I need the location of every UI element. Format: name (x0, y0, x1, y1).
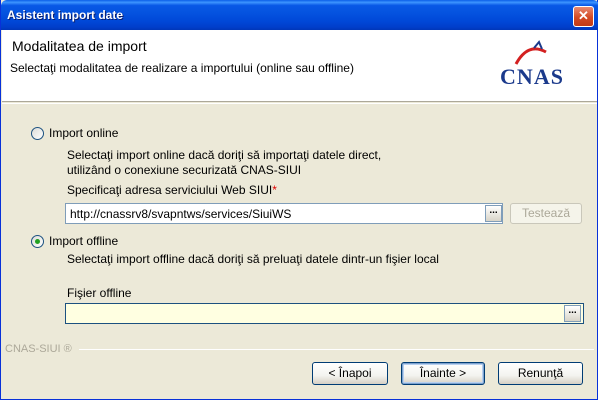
import-online-option[interactable]: Import online (31, 126, 118, 140)
cnas-logo: CNAS (488, 38, 576, 92)
required-mark: * (272, 183, 277, 197)
import-online-label: Import online (49, 126, 119, 140)
cancel-button[interactable]: Renunţă (498, 362, 583, 385)
back-button[interactable]: < Înapoi (312, 362, 388, 385)
window-title: Asistent import date (7, 8, 124, 22)
online-description-line2: utilizând o conexiune securizată CNAS-SI… (67, 163, 302, 177)
import-wizard-window: Asistent import date ✕ Modalitatea de im… (0, 0, 598, 400)
service-url-value: http://cnassrv8/svapntws/services/SiuiWS (70, 207, 292, 221)
page-subtitle: Selectaţi modalitatea de realizare a imp… (10, 61, 354, 75)
ellipsis-icon: ... (568, 305, 577, 316)
next-button[interactable]: Înainte > (401, 362, 485, 385)
ellipsis-icon: ... (489, 205, 498, 216)
close-icon: ✕ (578, 8, 589, 23)
url-browse-button[interactable]: ... (485, 205, 502, 222)
url-label: Specificaţi adresa serviciului Web SIUI* (67, 183, 277, 197)
url-label-text: Specificaţi adresa serviciului Web SIUI (67, 183, 273, 197)
header-divider (2, 103, 597, 104)
offline-file-field[interactable] (65, 303, 584, 324)
test-connection-button[interactable]: Testează (510, 203, 582, 224)
brand-label: CNAS-SIUI ® (5, 343, 72, 355)
import-online-radio[interactable] (31, 126, 44, 140)
online-description-line1: Selectaţi import online dacă doriţi să i… (67, 148, 382, 162)
service-url-field[interactable]: http://cnassrv8/svapntws/services/SiuiWS (65, 203, 503, 224)
title-bar[interactable]: Asistent import date ✕ (1, 0, 598, 30)
page-title: Modalitatea de import (12, 38, 147, 54)
import-offline-radio[interactable] (31, 234, 44, 248)
offline-description: Selectaţi import offline dacă doriţi să … (67, 252, 439, 266)
close-button[interactable]: ✕ (573, 6, 594, 27)
logo-text: CNAS (500, 64, 564, 89)
offline-file-label: Fişier offline (67, 286, 132, 300)
file-browse-button[interactable]: ... (564, 305, 581, 322)
wizard-header: Modalitatea de import Selectaţi modalita… (2, 30, 597, 102)
import-offline-option[interactable]: Import offline (31, 234, 118, 248)
footer-divider (79, 349, 594, 350)
import-offline-label: Import offline (49, 234, 119, 248)
